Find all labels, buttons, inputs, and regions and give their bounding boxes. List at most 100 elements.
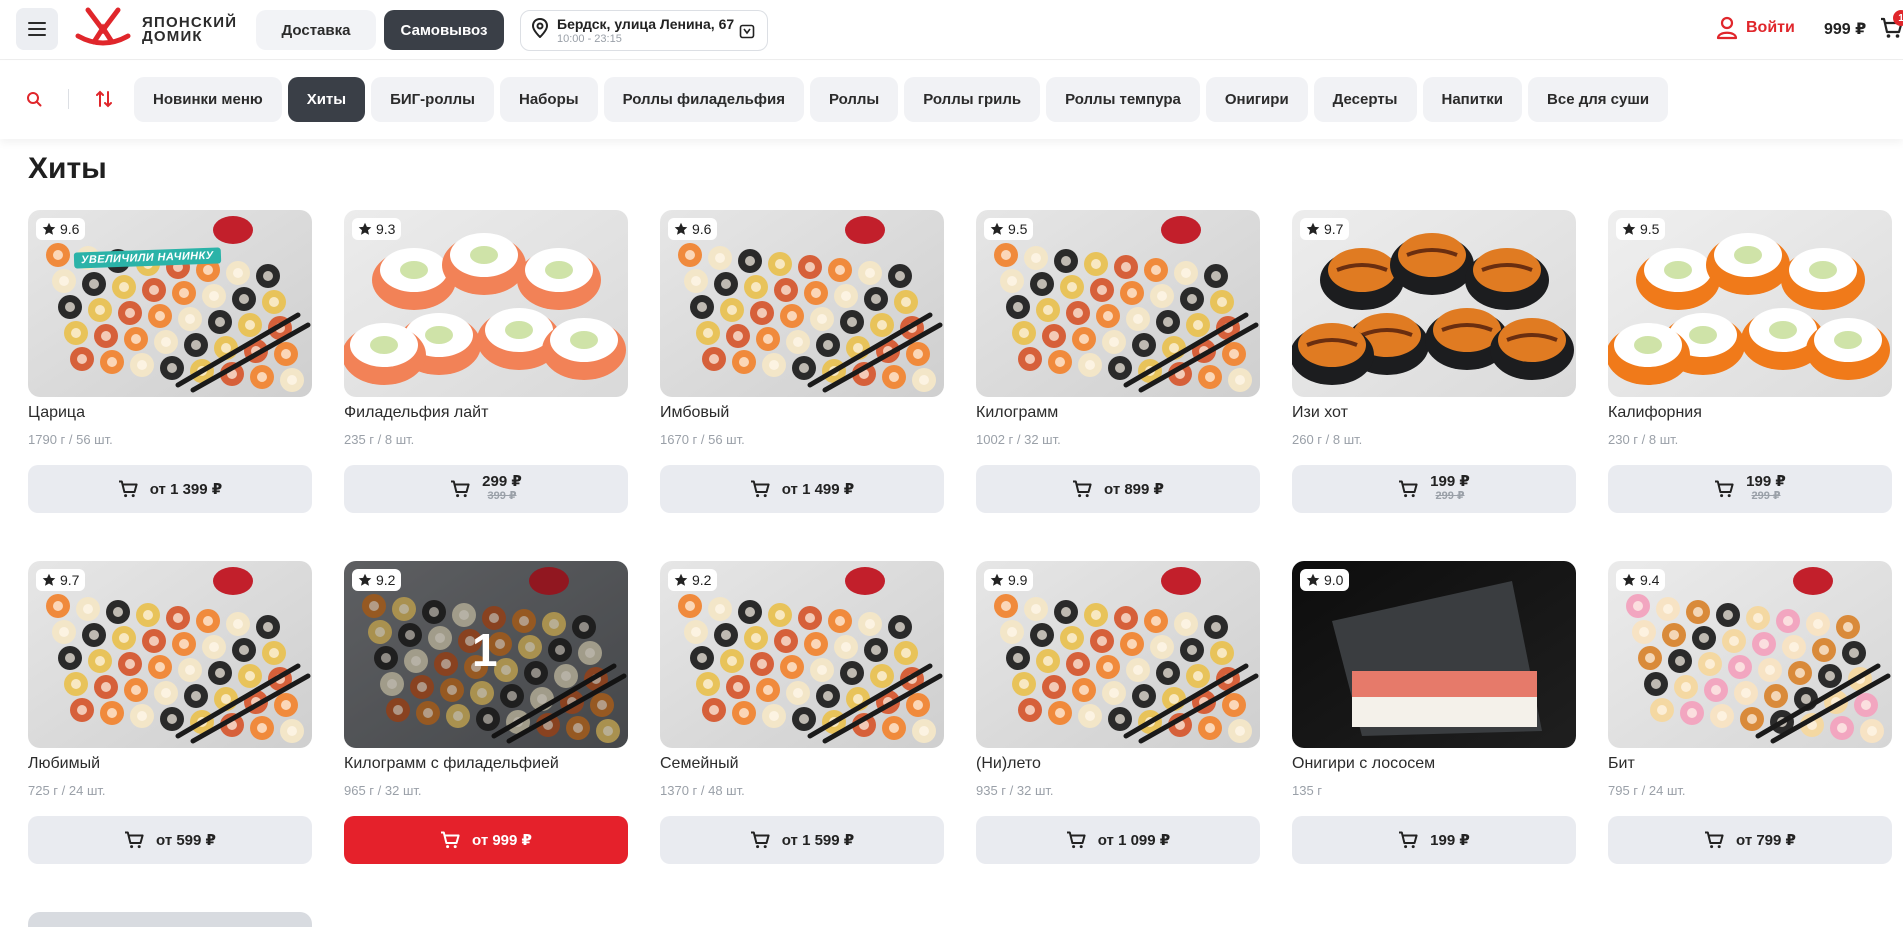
product-image[interactable]: 9.7 [1292,210,1576,397]
rating-badge: 9.0 [1300,569,1350,591]
product-image[interactable]: 9.0 [1292,561,1576,748]
cart-icon [1066,831,1086,849]
product-weight: 1002 г / 32 шт. [976,432,1061,447]
product-name[interactable]: Любимый [28,755,312,777]
product-card[interactable]: 9.7 Любимый 725 г / 24 шт. от 599 ₽ [28,561,312,870]
product-name[interactable]: Килограмм с филадельфией [344,755,628,777]
product-weight: 965 г / 32 шт. [344,783,422,798]
search-icon[interactable] [26,91,42,112]
category-tab[interactable]: Роллы [809,77,899,122]
category-tab[interactable]: Хиты [287,77,366,122]
product-image[interactable]: 9.4 [1608,561,1892,748]
product-name[interactable]: Калифорния [1608,404,1892,426]
product-card[interactable]: 9.0 Онигири с лососем 135 г 199 ₽ [1292,561,1576,870]
star-icon [674,222,688,235]
star-icon [358,573,372,586]
star-icon [674,573,688,586]
product-card[interactable]: 9.4 Бит 795 г / 24 шт. от 799 ₽ [1608,561,1892,870]
rating-value: 9.4 [1640,572,1660,588]
product-weight: 1370 г / 48 шт. [660,783,745,798]
cart-icon [118,480,138,498]
category-tab[interactable]: БИГ-роллы [371,77,494,122]
house-logo-icon [74,6,132,55]
category-tab[interactable]: Новинки меню [134,77,282,122]
category-tab[interactable]: Онигири [1205,77,1308,122]
add-to-cart-button[interactable]: от 1 599 ₽ [660,816,944,864]
product-image[interactable]: 9.6 УВЕЛИЧИЛИ НАЧИНКУ [28,210,312,397]
add-to-cart-button[interactable]: от 599 ₽ [28,816,312,864]
product-card-partial[interactable] [28,912,312,927]
product-card[interactable]: 9.5 Калифорния 230 г / 8 шт. 199 ₽299 ₽ [1608,210,1892,519]
product-name[interactable]: Килограмм [976,404,1260,426]
product-card[interactable]: 9.2 1 Килограмм с филадельфией 965 г / 32 ш… [344,561,628,870]
category-tab[interactable]: Наборы [499,77,598,122]
product-image[interactable]: 9.6 [660,210,944,397]
add-to-cart-button[interactable]: от 999 ₽ [344,816,628,864]
product-name[interactable]: Изи хот [1292,404,1576,426]
star-icon [42,222,56,235]
category-tab[interactable]: Напитки [1422,77,1523,122]
product-weight: 725 г / 24 шт. [28,783,106,798]
product-name[interactable]: Царица [28,404,312,426]
product-card[interactable]: 9.6 Имбовый 1670 г / 56 шт. от 1 499 ₽ [660,210,944,519]
rating-badge: 9.9 [984,569,1034,591]
product-card[interactable]: 9.5 Килограмм 1002 г / 32 шт. от 899 ₽ [976,210,1260,519]
hamburger-icon [28,22,46,36]
category-tab[interactable]: Роллы темпура [1046,77,1200,122]
product-name[interactable]: Имбовый [660,404,944,426]
product-image[interactable]: 9.7 [28,561,312,748]
delivery-toggle[interactable]: Доставка [256,10,376,50]
product-card[interactable]: 9.9 (Ни)лето 935 г / 32 шт. от 1 099 ₽ [976,561,1260,870]
calendar-icon[interactable] [739,23,755,44]
rating-value: 9.9 [1008,572,1028,588]
add-to-cart-button[interactable]: от 799 ₽ [1608,816,1892,864]
rating-badge: 9.3 [352,218,402,240]
product-name[interactable]: Бит [1608,755,1892,777]
product-image[interactable]: 9.2 [660,561,944,748]
category-bar: Новинки меню Хиты БИГ-роллы Наборы Роллы фил… [0,61,1903,139]
product-name[interactable]: (Ни)лето [976,755,1260,777]
add-to-cart-button[interactable]: 199 ₽ [1292,816,1576,864]
sort-icon[interactable] [96,90,112,113]
rating-value: 9.3 [376,221,396,237]
product-card[interactable]: 9.2 Семейный 1370 г / 48 шт. от 1 599 ₽ [660,561,944,870]
product-image[interactable]: 9.2 1 [344,561,628,748]
product-price: 199 ₽ [1430,473,1470,490]
user-icon [1716,16,1738,40]
star-icon [358,222,372,235]
add-to-cart-button[interactable]: от 1 099 ₽ [976,816,1260,864]
product-image[interactable]: 9.5 [976,210,1260,397]
category-tab[interactable]: Все для суши [1528,77,1669,122]
product-card[interactable]: 9.7 Изи хот 260 г / 8 шт. 199 ₽299 ₽ [1292,210,1576,519]
product-grid: 9.6 УВЕЛИЧИЛИ НАЧИНКУ Царица 1790 г / 56 шт… [28,210,1892,870]
product-name[interactable]: Филадельфия лайт [344,404,628,426]
add-to-cart-button[interactable]: 199 ₽299 ₽ [1292,465,1576,513]
logo[interactable]: ЯПОНСКИЙ ДОМИК [74,6,238,55]
address-selector[interactable]: Бердск, улица Ленина, 67 10:00 - 23:15 [520,10,768,51]
logo-text: ЯПОНСКИЙ ДОМИК [142,14,238,45]
cart-icon [1705,831,1724,849]
product-name[interactable]: Семейный [660,755,944,777]
login-button[interactable]: Войти [1716,16,1795,40]
cart-total[interactable]: 999 ₽ [1824,19,1866,39]
product-image[interactable]: 9.3 [344,210,628,397]
cart-icon [750,480,770,498]
pickup-toggle[interactable]: Самовывоз [384,10,504,50]
product-image[interactable]: 9.5 [1608,210,1892,397]
menu-button[interactable] [16,8,58,50]
category-tab[interactable]: Роллы гриль [904,77,1041,122]
product-name[interactable]: Онигири с лососем [1292,755,1576,777]
add-to-cart-button[interactable]: от 1 399 ₽ [28,465,312,513]
product-card[interactable]: 9.6 УВЕЛИЧИЛИ НАЧИНКУ Царица 1790 г / 56 шт… [28,210,312,519]
product-image[interactable]: 9.9 [976,561,1260,748]
add-to-cart-button[interactable]: 299 ₽399 ₽ [344,465,628,513]
old-price: 299 ₽ [1751,490,1781,502]
category-tab[interactable]: Роллы филадельфия [603,77,804,122]
cart-icon [125,831,144,849]
product-card[interactable]: 9.3 Филадельфия лайт 235 г / 8 шт. 299 ₽399… [344,210,628,519]
add-to-cart-button[interactable]: от 899 ₽ [976,465,1260,513]
in-cart-count: 1 [472,624,498,676]
add-to-cart-button[interactable]: 199 ₽299 ₽ [1608,465,1892,513]
category-tab[interactable]: Десерты [1313,77,1417,122]
add-to-cart-button[interactable]: от 1 499 ₽ [660,465,944,513]
